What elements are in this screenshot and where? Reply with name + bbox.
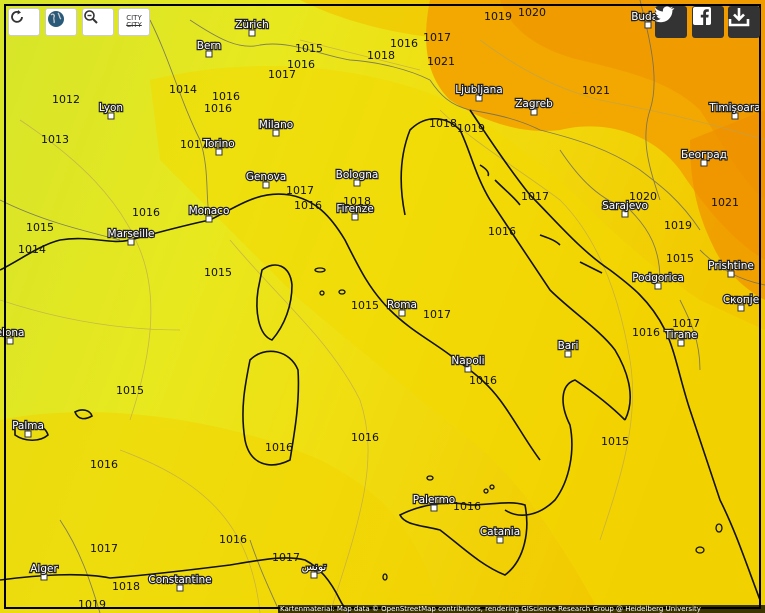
city-label: Monaco: [189, 205, 230, 217]
facebook-button[interactable]: [692, 6, 724, 38]
isobar-label: 1016: [204, 102, 232, 115]
refresh-icon: [11, 10, 23, 23]
city-label: تونس: [302, 561, 327, 573]
isobar-label: 1016: [219, 533, 247, 546]
city-label: Ljubljana: [455, 84, 502, 96]
city-label: Roma: [387, 299, 417, 311]
city-label: Napoli: [451, 355, 484, 367]
city-label: Bern: [197, 40, 221, 52]
isobar-label: 1017: [268, 68, 296, 81]
city-label: Palma: [12, 420, 44, 432]
city-label: elona: [0, 327, 24, 339]
isobar-label: 1017: [423, 31, 451, 44]
isobar-label: 1019: [457, 122, 485, 135]
isobar-label: 1020: [518, 6, 546, 19]
isobar-label: 1016: [294, 199, 322, 212]
map-attribution: Kartenmaterial: Map data © OpenStreetMap…: [278, 605, 765, 613]
city-label: Tirane: [664, 329, 698, 341]
isobar-label: 1016: [265, 441, 293, 454]
isobar-label: 1013: [41, 133, 69, 146]
isobar-label: 1016: [453, 500, 481, 513]
isobar-label: 1012: [52, 93, 80, 106]
city-label: Marseille: [108, 228, 155, 240]
isobar-label: 1014: [18, 243, 46, 256]
isobar-label: 1019: [484, 10, 512, 23]
isobar-label: 1016: [632, 326, 660, 339]
isobar-label: 1021: [711, 196, 739, 209]
city-label: Podgorica: [632, 272, 684, 284]
zoom-out-icon: [84, 10, 98, 24]
isobar-label: 1018: [429, 117, 457, 130]
city-label: Palermo: [413, 494, 455, 506]
download-button[interactable]: [728, 6, 760, 38]
refresh-button[interactable]: [8, 8, 40, 36]
city-label: Lyon: [99, 102, 123, 114]
city-toggle-icon: CITY CITY: [126, 15, 142, 29]
globe-icon: [48, 11, 64, 27]
pressure-map: 1019 1020 1015 1016 1017 1018 1016 1017 1021 1014…: [0, 0, 765, 613]
city-label: Constantine: [148, 574, 211, 586]
city-label: Catania: [480, 526, 520, 538]
isobar-label: 1015: [295, 42, 323, 55]
city-label: Timişoara: [708, 102, 760, 114]
isobar-label: 1017: [521, 190, 549, 203]
isobar-label: 1018: [112, 580, 140, 593]
city-label: Milano: [259, 119, 293, 131]
isobar-label: 1014: [169, 83, 197, 96]
isobar-label: 1021: [427, 55, 455, 68]
city-label: Sarajevo: [602, 200, 648, 212]
isobar-label: 1015: [116, 384, 144, 397]
facebook-icon: [693, 7, 711, 25]
isobar-label: 1016: [469, 374, 497, 387]
city-label: Genova: [246, 171, 286, 183]
isobar-label: 1019: [664, 219, 692, 232]
isobar-label: 1015: [351, 299, 379, 312]
zoom-out-button[interactable]: [82, 8, 114, 36]
city-label: Zürich: [235, 19, 269, 31]
isobar-label: 1018: [367, 49, 395, 62]
isobar-label: 1016: [90, 458, 118, 471]
city-toggle-button[interactable]: CITY CITY: [118, 8, 150, 36]
city-label: Torino: [202, 138, 234, 150]
isobar-label: 1017: [423, 308, 451, 321]
city-label: Bari: [558, 340, 579, 352]
city-label: Београд: [681, 149, 727, 161]
download-icon: [728, 8, 750, 27]
isobar-label: 1017: [90, 542, 118, 555]
isobar-label: 1016: [132, 206, 160, 219]
city-label: Скопје: [723, 294, 759, 306]
isobar-label: 1016: [351, 431, 379, 444]
isobar-label: 1015: [666, 252, 694, 265]
globe-button[interactable]: [45, 8, 77, 36]
twitter-button[interactable]: [655, 6, 687, 38]
isobar-label: 1015: [204, 266, 232, 279]
isobar-label: 1017: [272, 551, 300, 564]
city-label: Firenze: [336, 203, 373, 215]
isobar-label: 1021: [582, 84, 610, 97]
map-view[interactable]: 1019 1020 1015 1016 1017 1018 1016 1017 1021 1014…: [0, 0, 765, 613]
city-label: Alger: [30, 563, 58, 575]
isobar-label: 1019: [78, 598, 106, 611]
isobar-label: 1015: [601, 435, 629, 448]
city-label-bottom: CITY: [126, 21, 142, 29]
isobar-label: 1017: [286, 184, 314, 197]
isobar-label: 1016: [488, 225, 516, 238]
city-label: Zagreb: [515, 98, 553, 110]
twitter-icon: [655, 6, 675, 23]
isobar-label: 1015: [26, 221, 54, 234]
city-label: Bologna: [336, 169, 379, 181]
city-label: Prishtine: [708, 260, 754, 272]
